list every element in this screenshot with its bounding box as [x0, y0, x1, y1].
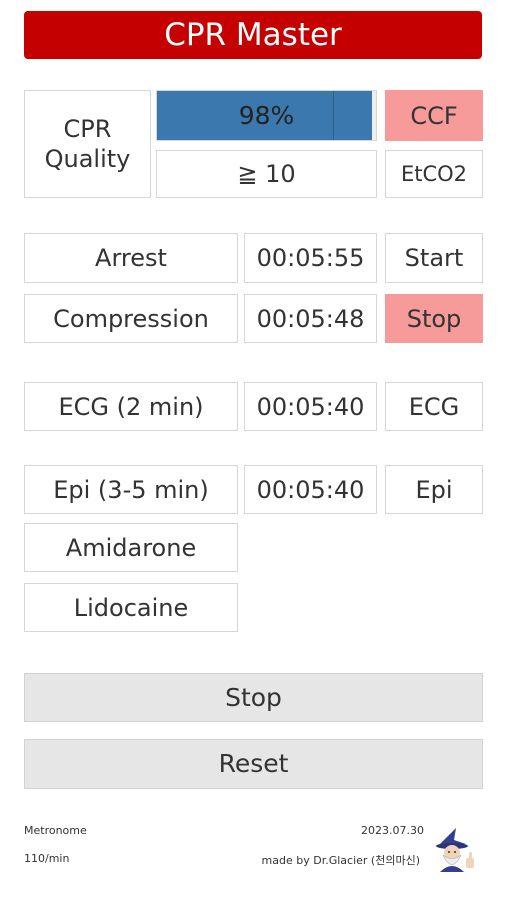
- ecg-button[interactable]: ECG: [385, 382, 483, 431]
- app-title: CPR Master: [24, 11, 482, 59]
- lidocaine-button[interactable]: Lidocaine: [24, 583, 238, 632]
- compression-stop-button[interactable]: Stop: [385, 294, 483, 343]
- stop-button[interactable]: Stop: [24, 673, 483, 722]
- metronome-rate[interactable]: 110/min: [24, 852, 69, 865]
- start-button[interactable]: Start: [385, 233, 483, 283]
- etco2-button[interactable]: EtCO2: [385, 150, 483, 198]
- epi-timer: 00:05:40: [244, 465, 377, 514]
- epi-button[interactable]: Epi: [385, 465, 483, 514]
- amidarone-button[interactable]: Amidarone: [24, 523, 238, 572]
- ecg-timer: 00:05:40: [244, 382, 377, 431]
- compression-label: Compression: [24, 294, 238, 343]
- arrest-label: Arrest: [24, 233, 238, 283]
- wizard-avatar-icon: [432, 826, 478, 874]
- ccf-button[interactable]: CCF: [385, 90, 483, 141]
- metronome-label: Metronome: [24, 824, 87, 837]
- etco2-value: ≧ 10: [156, 150, 377, 198]
- credit-text: made by Dr.Glacier (천의마신): [261, 854, 420, 867]
- compression-timer: 00:05:48: [244, 294, 377, 343]
- ccf-value: 98%: [238, 101, 295, 130]
- arrest-timer: 00:05:55: [244, 233, 377, 283]
- epi-label: Epi (3-5 min): [24, 465, 238, 514]
- build-date: 2023.07.30: [361, 824, 424, 837]
- ecg-label: ECG (2 min): [24, 382, 238, 431]
- ccf-progress-bar: 98%: [156, 90, 377, 141]
- reset-button[interactable]: Reset: [24, 739, 483, 789]
- cpr-quality-label: CPR Quality: [24, 90, 151, 198]
